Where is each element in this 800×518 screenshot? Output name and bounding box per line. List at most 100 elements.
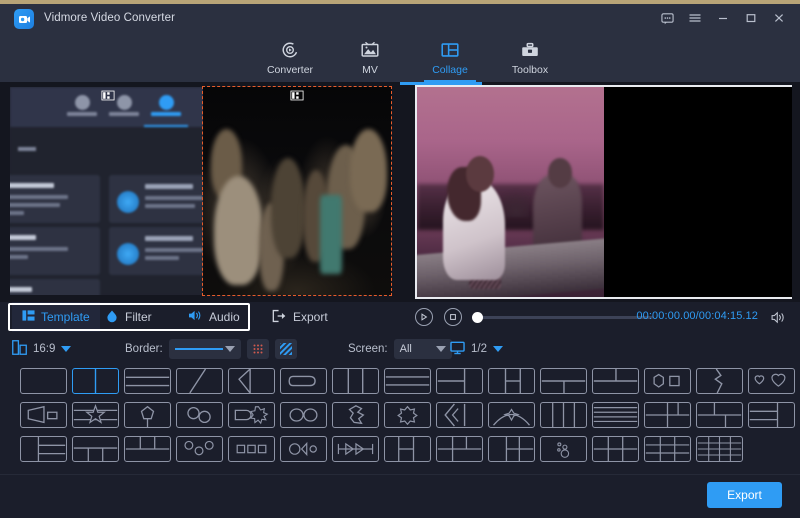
template-tpl-bottom-three[interactable]	[124, 436, 171, 462]
template-tpl-star-band[interactable]	[72, 402, 119, 428]
collage-cell-2[interactable]	[203, 87, 391, 295]
preview-pane-right	[606, 87, 792, 297]
panel-tab-audio[interactable]: Audio	[188, 302, 240, 332]
template-tpl-pentagon[interactable]	[124, 402, 171, 428]
aspect-ratio-value: 16:9	[33, 343, 55, 355]
footer-bar: Export	[0, 474, 800, 518]
main-navigation-bar: Converter MV Collage	[0, 32, 800, 82]
film-strip-icon	[291, 90, 304, 104]
preview-pane-left	[417, 87, 604, 297]
export-button[interactable]: Export	[707, 482, 782, 508]
playback-timecode: 00:00:00.00/00:04:15.12	[636, 310, 758, 322]
vidmore-logo-icon	[14, 9, 34, 29]
template-tpl-bubbles[interactable]	[540, 436, 587, 462]
nav-tabs: Converter MV Collage	[250, 32, 570, 82]
panel-tab-template-label: Template	[41, 310, 90, 324]
template-tpl-two-ovals[interactable]	[280, 402, 327, 428]
footer-divider	[0, 474, 800, 475]
template-tpl-nine-grid[interactable]	[644, 436, 691, 462]
maximize-icon[interactable]	[738, 5, 764, 31]
template-tpl-center-split[interactable]	[488, 368, 535, 394]
screen-select[interactable]: All	[394, 339, 452, 359]
panel-tab-template[interactable]: Template	[12, 302, 100, 332]
chat-bubble-icon[interactable]	[654, 5, 680, 31]
template-tpl-arch-flower[interactable]	[488, 402, 535, 428]
template-tpl-six-mixed[interactable]	[488, 436, 535, 462]
play-icon[interactable]	[415, 308, 433, 326]
template-grid	[0, 366, 800, 474]
template-tpl-top-three-bottom[interactable]	[72, 436, 119, 462]
template-tpl-three-circles[interactable]	[176, 436, 223, 462]
template-tpl-six-grid[interactable]	[592, 436, 639, 462]
title-bar: Vidmore Video Converter	[0, 4, 800, 32]
template-tpl-mixed-three[interactable]	[696, 402, 743, 428]
template-tpl-two-hearts[interactable]	[748, 368, 795, 394]
cell-1-thumbnail	[10, 87, 206, 295]
template-tpl-twelve-grid[interactable]	[696, 436, 743, 462]
playback-progress-track[interactable]	[473, 316, 653, 319]
panel-tab-export[interactable]: Export	[272, 302, 328, 332]
template-tpl-megaphone[interactable]	[20, 402, 67, 428]
dotted-grid-icon[interactable]	[247, 339, 269, 359]
stop-icon[interactable]	[444, 308, 462, 326]
close-icon[interactable]	[766, 5, 792, 31]
template-tpl-t-layout[interactable]	[540, 368, 587, 394]
template-tpl-zigzag-split[interactable]	[696, 368, 743, 394]
vidmore-app-window: Vidmore Video Converter	[0, 0, 800, 518]
panel-tab-audio-label: Audio	[209, 310, 240, 324]
border-style-preview	[175, 348, 223, 350]
template-tpl-arrow-notch[interactable]	[228, 368, 275, 394]
minimize-icon[interactable]	[710, 5, 736, 31]
template-tpl-pill-burst[interactable]	[228, 402, 275, 428]
monitor-icon	[450, 341, 465, 358]
template-tpl-five-grid[interactable]	[436, 436, 483, 462]
template-tpl-puzzle[interactable]	[332, 402, 379, 428]
template-tpl-bracket-split[interactable]	[436, 402, 483, 428]
stripe-pattern-icon[interactable]	[275, 339, 297, 359]
border-style-select[interactable]	[169, 339, 241, 359]
template-tpl-double-arrow[interactable]	[332, 436, 379, 462]
template-tpl-cross-split[interactable]	[384, 436, 431, 462]
template-tpl-burst-split[interactable]	[384, 402, 431, 428]
chevron-down-icon[interactable]	[436, 346, 446, 352]
aspect-ratio-control[interactable]: 16:9	[12, 332, 71, 366]
template-tpl-five-horizontal[interactable]	[592, 402, 639, 428]
template-tpl-left-two-right[interactable]	[436, 368, 483, 394]
tab-collage[interactable]: Collage	[410, 32, 490, 82]
template-tpl-four-vertical[interactable]	[540, 402, 587, 428]
tab-collage-label: Collage	[432, 64, 468, 76]
hamburger-menu-icon[interactable]	[682, 5, 708, 31]
chevron-down-icon[interactable]	[61, 346, 71, 352]
speaker-icon	[188, 309, 203, 325]
panel-tab-filter[interactable]: Filter	[105, 302, 152, 332]
tab-toolbox[interactable]: Toolbox	[490, 32, 570, 82]
template-tpl-three-horizontal[interactable]	[384, 368, 431, 394]
template-tpl-stack-right[interactable]	[748, 402, 795, 428]
template-tpl-three-vertical[interactable]	[332, 368, 379, 394]
preview-viewport[interactable]	[415, 85, 792, 299]
template-tpl-two-vertical[interactable]	[72, 368, 119, 394]
volume-icon[interactable]	[771, 311, 788, 327]
template-tpl-diagonal-split[interactable]	[176, 368, 223, 394]
tab-converter-label: Converter	[267, 64, 313, 76]
template-tpl-hex-square[interactable]	[644, 368, 691, 394]
tab-converter[interactable]: Converter	[250, 32, 330, 82]
export-arrow-icon	[272, 309, 287, 326]
template-tpl-single[interactable]	[20, 368, 67, 394]
collage-cell-1[interactable]	[10, 87, 206, 295]
window-controls	[654, 4, 792, 32]
template-tpl-left-big-two[interactable]	[20, 436, 67, 462]
chevron-down-icon[interactable]	[225, 346, 235, 352]
template-tpl-three-squares[interactable]	[228, 436, 275, 462]
template-tpl-top-split[interactable]	[592, 368, 639, 394]
template-tpl-circle-triangle[interactable]	[280, 436, 327, 462]
template-tpl-two-circles-sm[interactable]	[176, 402, 223, 428]
template-tpl-left-two-stack[interactable]	[644, 402, 691, 428]
chevron-down-icon[interactable]	[493, 346, 503, 352]
playback-progress-knob[interactable]	[472, 312, 483, 323]
page-control[interactable]: 1/2	[450, 332, 503, 366]
template-tpl-two-horizontal[interactable]	[124, 368, 171, 394]
template-tpl-rounded-inset[interactable]	[280, 368, 327, 394]
tab-mv[interactable]: MV	[330, 32, 410, 82]
template-icon	[22, 309, 35, 325]
